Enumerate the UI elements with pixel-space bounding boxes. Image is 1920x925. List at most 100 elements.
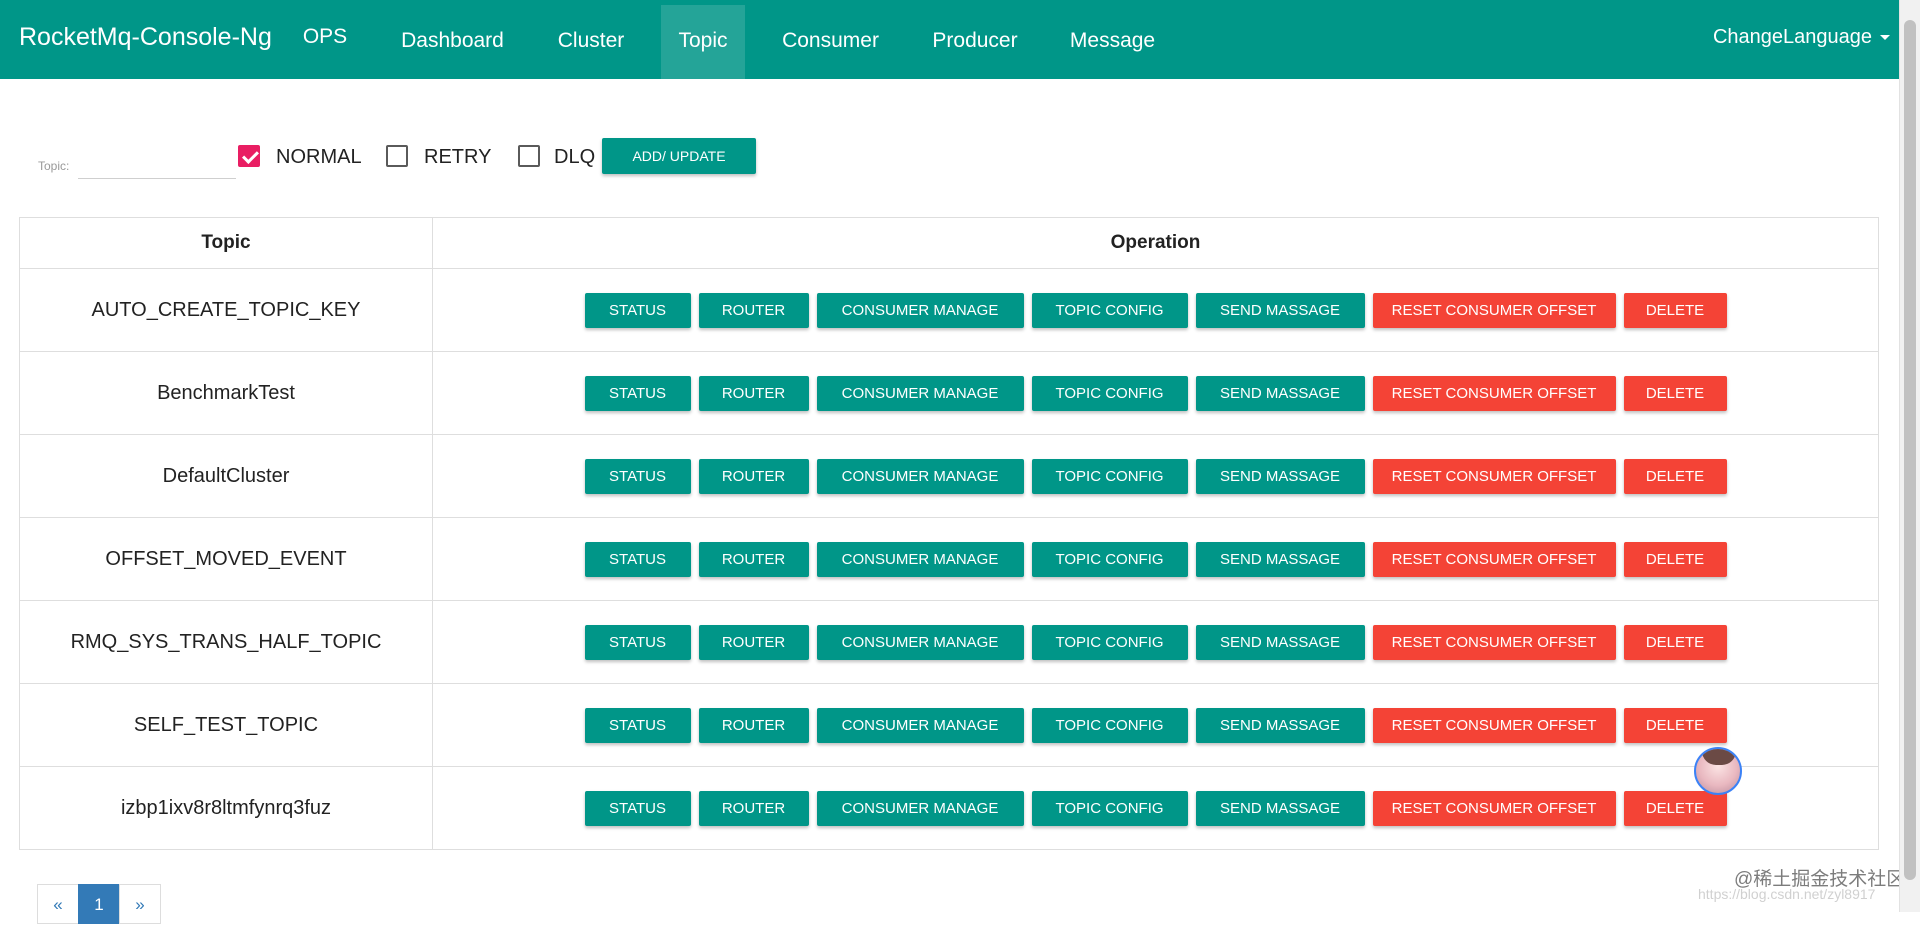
status-button[interactable]: STATUS (584, 375, 691, 411)
reset-consumer-offset-button[interactable]: RESET CONSUMER OFFSET (1372, 292, 1616, 328)
nav-item-producer[interactable]: Producer (915, 5, 1035, 79)
user-avatar-icon[interactable] (1694, 747, 1742, 795)
topic-name-cell: SELF_TEST_TOPIC (19, 683, 433, 767)
change-language-label: ChangeLanguage (1712, 26, 1872, 48)
top-navbar: RocketMq-Console-Ng OPS Dashboard Cluste… (0, 0, 1900, 79)
consumer-manage-button[interactable]: CONSUMER MANAGE (816, 458, 1024, 494)
topic-filter-label: Topic: (38, 159, 70, 173)
topic-name-cell: DefaultCluster (19, 434, 433, 518)
topic-config-button[interactable]: TOPIC CONFIG (1031, 292, 1188, 328)
table-row: DefaultCluster STATUS ROUTER CONSUMER MANAG… (19, 434, 1879, 518)
router-button[interactable]: ROUTER (698, 624, 809, 660)
topic-name-cell: izbp1ixv8r8ltmfynrq3fuz (19, 766, 433, 850)
status-button[interactable]: STATUS (584, 458, 691, 494)
topic-name-cell: RMQ_SYS_TRANS_HALF_TOPIC (19, 600, 433, 684)
operation-cell: STATUS ROUTER CONSUMER MANAGE TOPIC CONFIG S… (432, 434, 1879, 518)
consumer-manage-button[interactable]: CONSUMER MANAGE (816, 541, 1024, 577)
checkbox-retry-label: RETRY (424, 146, 492, 168)
table-row: OFFSET_MOVED_EVENT STATUS ROUTER CONSUMER M… (19, 517, 1879, 601)
send-message-button[interactable]: SEND MASSAGE (1195, 375, 1365, 411)
topic-config-button[interactable]: TOPIC CONFIG (1031, 458, 1188, 494)
delete-button[interactable]: DELETE (1623, 375, 1727, 411)
table-row: SELF_TEST_TOPIC STATUS ROUTER CONSUMER MANA… (19, 683, 1879, 767)
checkbox-checked-icon (238, 145, 260, 167)
caret-down-icon (1880, 35, 1890, 41)
column-header-operation: Operation (432, 217, 1879, 269)
nav-item-dashboard[interactable]: Dashboard (385, 5, 520, 79)
table-row: AUTO_CREATE_TOPIC_KEY STATUS ROUTER CONSUME… (19, 268, 1879, 352)
send-message-button[interactable]: SEND MASSAGE (1195, 541, 1365, 577)
consumer-manage-button[interactable]: CONSUMER MANAGE (816, 292, 1024, 328)
reset-consumer-offset-button[interactable]: RESET CONSUMER OFFSET (1372, 375, 1616, 411)
router-button[interactable]: ROUTER (698, 458, 809, 494)
router-button[interactable]: ROUTER (698, 707, 809, 743)
topic-config-button[interactable]: TOPIC CONFIG (1031, 790, 1188, 826)
delete-button[interactable]: DELETE (1623, 458, 1727, 494)
reset-consumer-offset-button[interactable]: RESET CONSUMER OFFSET (1372, 458, 1616, 494)
status-button[interactable]: STATUS (584, 707, 691, 743)
delete-button[interactable]: DELETE (1623, 707, 1727, 743)
checkbox-unchecked-icon (386, 145, 408, 167)
status-button[interactable]: STATUS (584, 790, 691, 826)
table-row: izbp1ixv8r8ltmfynrq3fuz STATUS ROUTER CONSU… (19, 766, 1879, 850)
router-button[interactable]: ROUTER (698, 790, 809, 826)
page-scrollbar[interactable] (1899, 0, 1920, 912)
nav-item-ops[interactable]: OPS (285, 0, 365, 74)
consumer-manage-button[interactable]: CONSUMER MANAGE (816, 790, 1024, 826)
table-row: RMQ_SYS_TRANS_HALF_TOPIC STATUS ROUTER CONS… (19, 600, 1879, 684)
operation-cell: STATUS ROUTER CONSUMER MANAGE TOPIC CONFIG S… (432, 351, 1879, 435)
pagination-prev[interactable]: « (37, 884, 79, 924)
brand-logo[interactable]: RocketMq-Console-Ng (19, 0, 272, 75)
operation-cell: STATUS ROUTER CONSUMER MANAGE TOPIC CONFIG S… (432, 683, 1879, 767)
topic-name-cell: BenchmarkTest (19, 351, 433, 435)
nav-item-message[interactable]: Message (1055, 5, 1170, 79)
delete-button[interactable]: DELETE (1623, 790, 1727, 826)
checkbox-normal-label: NORMAL (276, 146, 362, 168)
pagination-page-current[interactable]: 1 (78, 884, 120, 924)
send-message-button[interactable]: SEND MASSAGE (1195, 292, 1365, 328)
operation-cell: STATUS ROUTER CONSUMER MANAGE TOPIC CONFIG S… (432, 268, 1879, 352)
topic-name-cell: AUTO_CREATE_TOPIC_KEY (19, 268, 433, 352)
status-button[interactable]: STATUS (584, 624, 691, 660)
pagination-next[interactable]: » (119, 884, 161, 924)
router-button[interactable]: ROUTER (698, 375, 809, 411)
delete-button[interactable]: DELETE (1623, 541, 1727, 577)
reset-consumer-offset-button[interactable]: RESET CONSUMER OFFSET (1372, 707, 1616, 743)
scrollbar-thumb[interactable] (1904, 20, 1916, 880)
table-header-row: Topic Operation (19, 217, 1879, 269)
reset-consumer-offset-button[interactable]: RESET CONSUMER OFFSET (1372, 541, 1616, 577)
send-message-button[interactable]: SEND MASSAGE (1195, 707, 1365, 743)
delete-button[interactable]: DELETE (1623, 292, 1727, 328)
operation-cell: STATUS ROUTER CONSUMER MANAGE TOPIC CONFIG S… (432, 766, 1879, 850)
consumer-manage-button[interactable]: CONSUMER MANAGE (816, 707, 1024, 743)
send-message-button[interactable]: SEND MASSAGE (1195, 624, 1365, 660)
consumer-manage-button[interactable]: CONSUMER MANAGE (816, 624, 1024, 660)
send-message-button[interactable]: SEND MASSAGE (1195, 458, 1365, 494)
reset-consumer-offset-button[interactable]: RESET CONSUMER OFFSET (1372, 790, 1616, 826)
nav-item-consumer[interactable]: Consumer (764, 5, 897, 79)
status-button[interactable]: STATUS (584, 541, 691, 577)
delete-button[interactable]: DELETE (1623, 624, 1727, 660)
column-header-topic: Topic (19, 217, 433, 269)
send-message-button[interactable]: SEND MASSAGE (1195, 790, 1365, 826)
operation-cell: STATUS ROUTER CONSUMER MANAGE TOPIC CONFIG S… (432, 517, 1879, 601)
consumer-manage-button[interactable]: CONSUMER MANAGE (816, 375, 1024, 411)
operation-cell: STATUS ROUTER CONSUMER MANAGE TOPIC CONFIG S… (432, 600, 1879, 684)
router-button[interactable]: ROUTER (698, 541, 809, 577)
topic-config-button[interactable]: TOPIC CONFIG (1031, 541, 1188, 577)
topic-config-button[interactable]: TOPIC CONFIG (1031, 375, 1188, 411)
reset-consumer-offset-button[interactable]: RESET CONSUMER OFFSET (1372, 624, 1616, 660)
change-language-dropdown[interactable]: ChangeLanguage (1713, 0, 1890, 75)
topic-config-button[interactable]: TOPIC CONFIG (1031, 624, 1188, 660)
add-update-button[interactable]: ADD/ UPDATE (602, 138, 756, 174)
router-button[interactable]: ROUTER (698, 292, 809, 328)
nav-item-cluster[interactable]: Cluster (539, 5, 643, 79)
pagination: « 1 » (37, 884, 161, 924)
topic-name-cell: OFFSET_MOVED_EVENT (19, 517, 433, 601)
watermark-url: https://blog.csdn.net/zyl8917 (1698, 886, 1876, 902)
table-row: BenchmarkTest STATUS ROUTER CONSUMER MANAGE… (19, 351, 1879, 435)
status-button[interactable]: STATUS (584, 292, 691, 328)
nav-item-topic[interactable]: Topic (661, 5, 745, 79)
topic-config-button[interactable]: TOPIC CONFIG (1031, 707, 1188, 743)
topic-search-input[interactable] (78, 144, 236, 179)
